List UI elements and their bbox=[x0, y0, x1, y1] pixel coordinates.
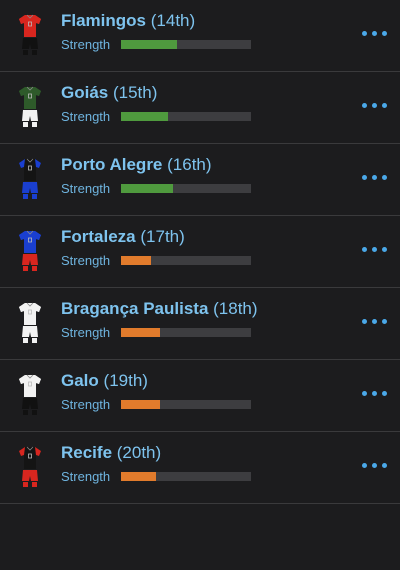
team-kit-icon bbox=[18, 446, 42, 488]
strength-bar bbox=[121, 256, 251, 265]
strength-bar-fill bbox=[121, 40, 177, 49]
strength-label: Strength bbox=[61, 469, 111, 484]
team-name-line: Fortaleza (17th) bbox=[61, 227, 185, 247]
more-options-icon[interactable] bbox=[362, 314, 388, 328]
more-options-icon[interactable] bbox=[362, 458, 388, 472]
more-options-icon[interactable] bbox=[362, 98, 388, 112]
team-name: Flamingos bbox=[61, 11, 147, 30]
team-name-line: Recife (20th) bbox=[61, 443, 161, 463]
team-kit-icon bbox=[18, 230, 42, 272]
strength-bar bbox=[121, 472, 251, 481]
strength-label: Strength bbox=[61, 181, 111, 196]
strength-bar bbox=[121, 400, 251, 409]
team-rank: (17th) bbox=[140, 227, 185, 246]
team-kit-icon bbox=[18, 302, 42, 344]
strength-bar-fill bbox=[121, 184, 173, 193]
team-name-line: Galo (19th) bbox=[61, 371, 148, 391]
strength-bar bbox=[121, 184, 251, 193]
team-name-line: Porto Alegre (16th) bbox=[61, 155, 212, 175]
more-options-icon[interactable] bbox=[362, 242, 388, 256]
team-name: Porto Alegre bbox=[61, 155, 163, 174]
team-row[interactable]: Bragança Paulista (18th) Strength bbox=[0, 288, 400, 360]
team-rank: (15th) bbox=[112, 83, 158, 102]
team-row[interactable]: Fortaleza (17th) Strength bbox=[0, 216, 400, 288]
strength-bar-fill bbox=[121, 400, 160, 409]
team-kit-icon bbox=[18, 14, 42, 56]
strength-bar-fill bbox=[121, 256, 151, 265]
team-row[interactable]: Galo (19th) Strength bbox=[0, 360, 400, 432]
team-rank: (14th) bbox=[150, 11, 196, 30]
team-name: Galo bbox=[61, 371, 99, 390]
team-name: Fortaleza bbox=[61, 227, 136, 246]
team-kit-icon bbox=[18, 374, 42, 416]
strength-bar-fill bbox=[121, 328, 160, 337]
team-name: Recife bbox=[61, 443, 113, 462]
team-row[interactable]: Flamingos (14th) Strength bbox=[0, 0, 400, 72]
strength-bar-fill bbox=[121, 472, 157, 481]
more-options-icon[interactable] bbox=[362, 170, 388, 184]
team-name-line: Flamingos (14th) bbox=[61, 11, 195, 31]
team-name-line: Bragança Paulista (18th) bbox=[61, 299, 258, 319]
team-kit-icon bbox=[18, 158, 42, 200]
team-rank: (19th) bbox=[103, 371, 148, 390]
team-row[interactable]: Goiás (15th) Strength bbox=[0, 72, 400, 144]
team-rank: (20th) bbox=[116, 443, 162, 462]
strength-label: Strength bbox=[61, 253, 111, 268]
team-row[interactable]: Recife (20th) Strength bbox=[0, 432, 400, 504]
team-name-line: Goiás (15th) bbox=[61, 83, 157, 103]
strength-bar bbox=[121, 40, 251, 49]
team-row[interactable]: Porto Alegre (16th) Strength bbox=[0, 144, 400, 216]
strength-label: Strength bbox=[61, 397, 111, 412]
team-name: Goiás bbox=[61, 83, 109, 102]
strength-bar bbox=[121, 112, 251, 121]
team-list: Flamingos (14th) Strength Goiás (15th) S… bbox=[0, 0, 400, 504]
team-rank: (18th) bbox=[213, 299, 258, 318]
strength-bar bbox=[121, 328, 251, 337]
team-name: Bragança Paulista bbox=[61, 299, 209, 318]
more-options-icon[interactable] bbox=[362, 26, 388, 40]
strength-label: Strength bbox=[61, 109, 111, 124]
team-rank: (16th) bbox=[167, 155, 212, 174]
strength-label: Strength bbox=[61, 37, 111, 52]
strength-bar-fill bbox=[121, 112, 168, 121]
strength-label: Strength bbox=[61, 325, 111, 340]
team-kit-icon bbox=[18, 86, 42, 128]
more-options-icon[interactable] bbox=[362, 386, 388, 400]
